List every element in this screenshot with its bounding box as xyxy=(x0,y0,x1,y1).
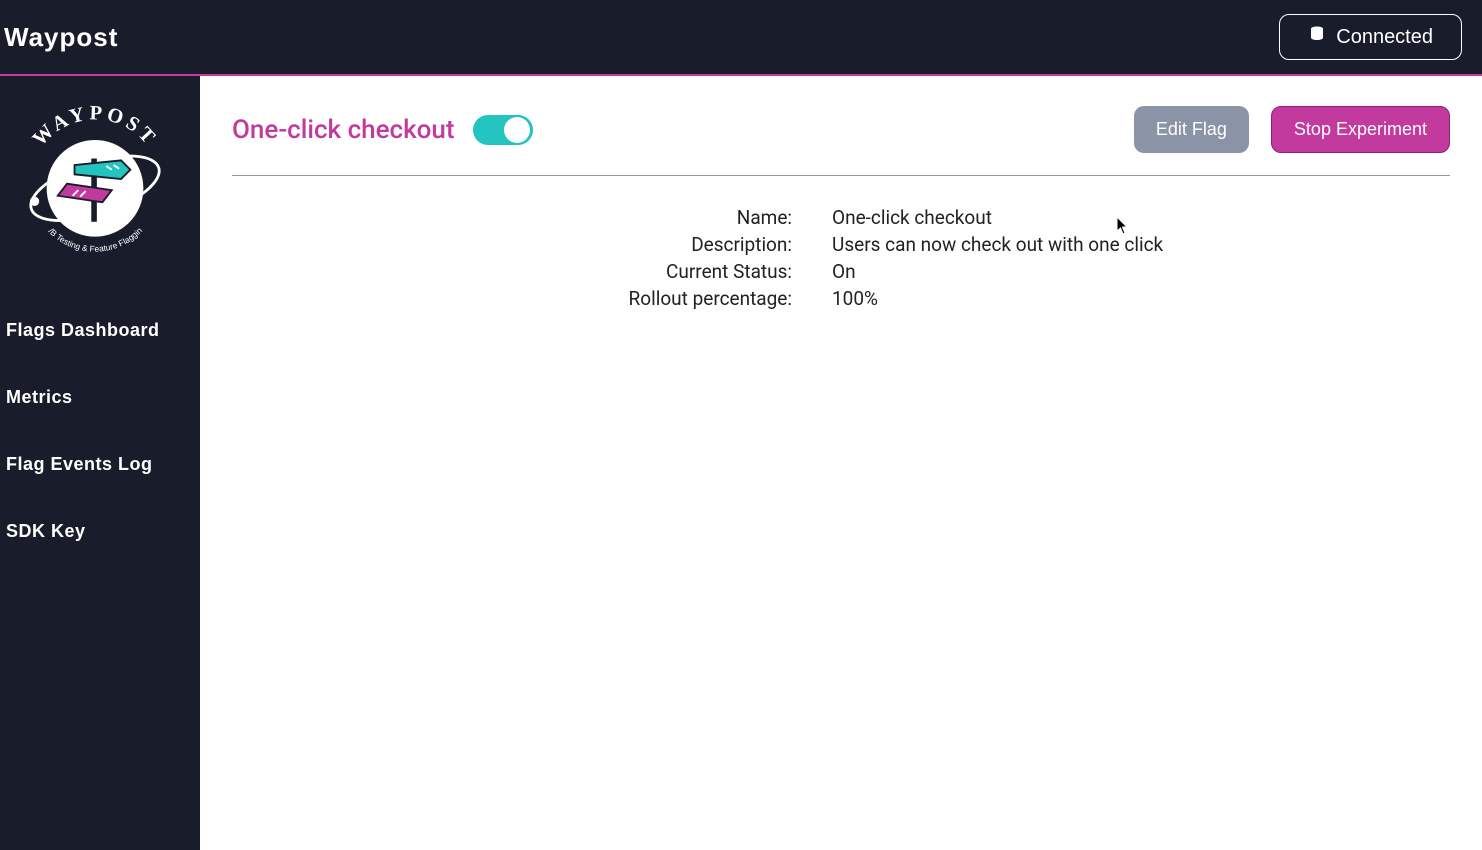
detail-value-status: On xyxy=(832,260,1450,283)
topbar: Waypost Connected xyxy=(0,0,1482,76)
sidebar-item-flags-dashboard[interactable]: Flags Dashboard xyxy=(0,302,200,359)
stop-experiment-button[interactable]: Stop Experiment xyxy=(1271,106,1450,153)
brand-title: Waypost xyxy=(4,22,118,53)
detail-value-rollout: 100% xyxy=(832,287,1450,310)
flag-enabled-toggle[interactable] xyxy=(473,115,533,145)
sidebar-item-flag-events-log[interactable]: Flag Events Log xyxy=(0,436,200,493)
flag-details: Name: One-click checkout Description: Us… xyxy=(232,206,1450,310)
detail-label-rollout: Rollout percentage: xyxy=(232,287,792,310)
sidebar: WAYPOST A/B Testing & Feature Flagging F… xyxy=(0,76,200,850)
flag-actions: Edit Flag Stop Experiment xyxy=(1134,106,1450,153)
sidebar-item-label: Flag Events Log xyxy=(6,454,153,474)
database-icon xyxy=(1308,25,1326,49)
sidebar-item-label: SDK Key xyxy=(6,521,86,541)
waypost-logo: WAYPOST A/B Testing & Feature Flagging xyxy=(2,86,188,272)
detail-value-name: One-click checkout xyxy=(832,206,1450,229)
detail-value-description: Users can now check out with one click xyxy=(832,233,1450,256)
flag-header: One-click checkout Edit Flag Stop Experi… xyxy=(232,106,1450,176)
detail-label-description: Description: xyxy=(232,233,792,256)
title-toggle-group: One-click checkout xyxy=(232,115,533,145)
detail-label-name: Name: xyxy=(232,206,792,229)
sidebar-item-label: Flags Dashboard xyxy=(6,320,160,340)
sidebar-item-label: Metrics xyxy=(6,387,73,407)
sidebar-item-sdk-key[interactable]: SDK Key xyxy=(0,503,200,560)
main-content: One-click checkout Edit Flag Stop Experi… xyxy=(200,76,1482,850)
toggle-knob xyxy=(504,117,530,143)
edit-flag-button[interactable]: Edit Flag xyxy=(1134,106,1249,153)
connected-label: Connected xyxy=(1336,26,1433,49)
flag-title: One-click checkout xyxy=(232,115,455,145)
detail-label-status: Current Status: xyxy=(232,260,792,283)
sidebar-item-metrics[interactable]: Metrics xyxy=(0,369,200,426)
logo-container: WAYPOST A/B Testing & Feature Flagging xyxy=(0,86,200,292)
connected-button[interactable]: Connected xyxy=(1279,14,1462,60)
layout: WAYPOST A/B Testing & Feature Flagging F… xyxy=(0,76,1482,850)
